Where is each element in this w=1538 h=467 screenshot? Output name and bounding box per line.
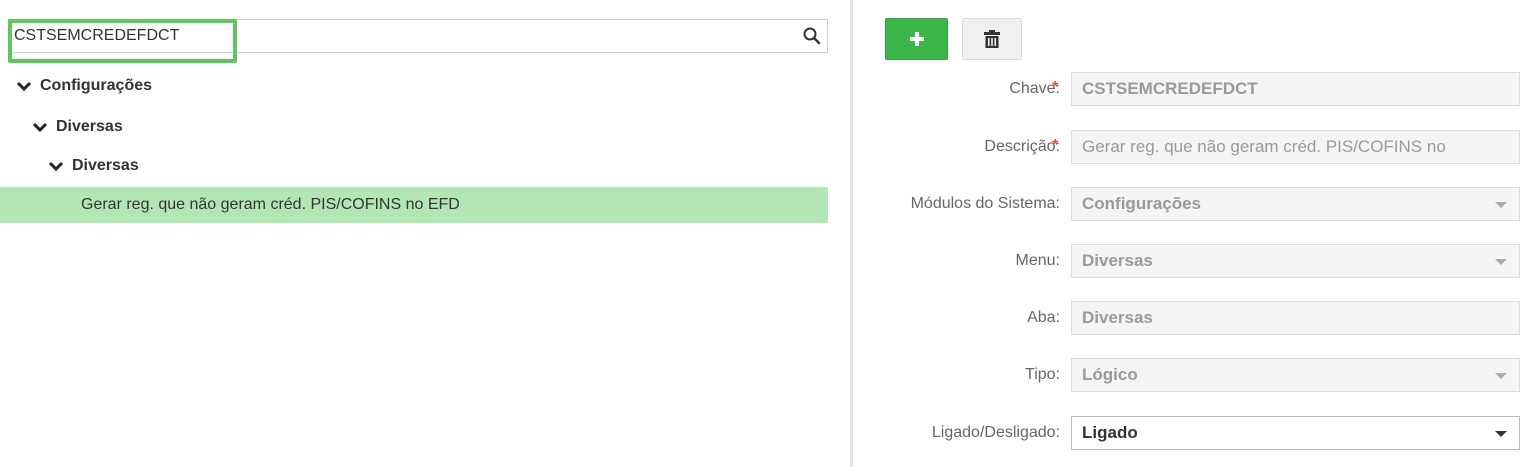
required-marker: * xyxy=(1052,137,1059,154)
tree-node-configuracoes[interactable]: Configurações xyxy=(16,76,152,96)
menu-select[interactable]: Diversas xyxy=(1071,244,1520,278)
tree-node-diversas[interactable]: Diversas xyxy=(32,117,123,137)
tree-node-label: Diversas xyxy=(56,118,123,135)
tree-leaf-label: Gerar reg. que não geram créd. PIS/COFIN… xyxy=(81,196,460,213)
caret-down-icon xyxy=(1495,259,1507,265)
modulos-label: Módulos do Sistema: xyxy=(910,195,1060,212)
ligado-value: Ligado xyxy=(1082,423,1138,442)
form-row-ligado: Ligado/Desligado: Ligado xyxy=(870,416,1520,450)
chave-field[interactable]: CSTSEMCREDEFDCT xyxy=(1071,72,1520,106)
chevron-down-icon xyxy=(32,122,48,133)
tree-node-label: Configurações xyxy=(40,77,153,94)
add-button[interactable] xyxy=(885,18,948,60)
caret-down-icon xyxy=(1495,373,1507,379)
search-input[interactable] xyxy=(8,19,828,53)
delete-button[interactable] xyxy=(962,18,1022,60)
tree-node-diversas-sub[interactable]: Diversas xyxy=(48,156,139,176)
tree-node-label: Diversas xyxy=(72,157,139,174)
tree-panel: Configurações Diversas Diversas Gerar re… xyxy=(0,0,850,467)
chevron-down-icon xyxy=(16,81,32,92)
modulos-select[interactable]: Configurações xyxy=(1071,187,1520,221)
descricao-value: Gerar reg. que não geram créd. PIS/COFIN… xyxy=(1082,137,1446,156)
descricao-label: Descrição: xyxy=(984,138,1060,155)
form-row-chave: Chave: * CSTSEMCREDEFDCT xyxy=(870,72,1520,106)
descricao-field[interactable]: Gerar reg. que não geram créd. PIS/COFIN… xyxy=(1071,130,1520,164)
required-marker: * xyxy=(1052,79,1059,96)
form-row-descricao: Descrição: * Gerar reg. que não geram cr… xyxy=(870,130,1520,164)
ligado-label: Ligado/Desligado: xyxy=(931,424,1060,441)
tree-leaf-selected[interactable]: Gerar reg. que não geram créd. PIS/COFIN… xyxy=(0,187,828,223)
form-row-tipo: Tipo: Lógico xyxy=(870,358,1520,392)
form-row-menu: Menu: Diversas xyxy=(870,244,1520,278)
tipo-label: Tipo: xyxy=(1025,366,1060,383)
modulos-value: Configurações xyxy=(1082,194,1202,213)
ligado-select[interactable]: Ligado xyxy=(1071,416,1520,450)
caret-down-icon xyxy=(1495,431,1507,437)
plus-icon xyxy=(909,32,924,46)
search-icon[interactable] xyxy=(802,26,822,46)
chevron-down-icon xyxy=(48,161,64,172)
aba-value: Diversas xyxy=(1082,308,1153,327)
menu-label: Menu: xyxy=(1015,252,1060,269)
menu-value: Diversas xyxy=(1082,251,1153,270)
panel-divider[interactable] xyxy=(850,0,853,467)
search-box xyxy=(8,19,828,63)
trash-icon xyxy=(984,30,1000,48)
tipo-value: Lógico xyxy=(1082,365,1138,384)
form-row-aba: Aba: Diversas xyxy=(870,301,1520,335)
aba-label: Aba: xyxy=(1027,309,1060,326)
form-row-modulos: Módulos do Sistema: Configurações xyxy=(870,187,1520,221)
chave-value: CSTSEMCREDEFDCT xyxy=(1082,79,1258,98)
caret-down-icon xyxy=(1495,202,1507,208)
aba-field[interactable]: Diversas xyxy=(1071,301,1520,335)
tipo-select[interactable]: Lógico xyxy=(1071,358,1520,392)
